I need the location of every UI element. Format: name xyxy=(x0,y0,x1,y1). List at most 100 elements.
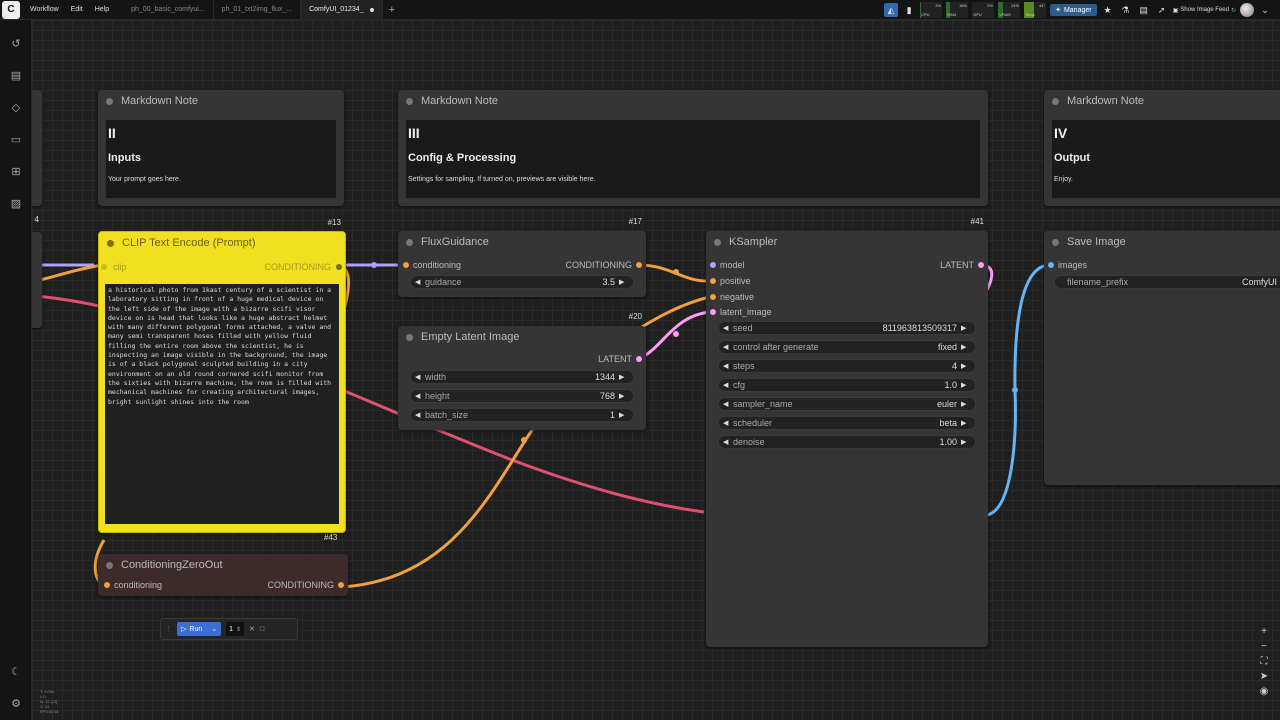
increment-arrow-icon[interactable]: ▶ xyxy=(961,381,971,389)
increment-arrow-icon[interactable]: ▶ xyxy=(961,324,971,332)
increment-arrow-icon[interactable]: ▶ xyxy=(961,362,971,370)
empty-latent-image-node[interactable]: #20 Empty Latent Image LATENT ◀ width 1344… xyxy=(398,312,646,430)
decrement-arrow-icon[interactable]: ◀ xyxy=(415,278,425,286)
cfg-widget[interactable]: ◀ cfg 1.0 ▶ xyxy=(718,378,976,392)
prompt-textarea[interactable]: a historical photo from 1kast century of… xyxy=(105,284,339,524)
image-gallery-icon[interactable]: ▨ xyxy=(8,196,24,212)
socket-negative[interactable]: negative xyxy=(710,292,754,302)
width-widget[interactable]: ◀ width 1344 ▶ xyxy=(410,370,634,384)
control-after-generate-widget[interactable]: ◀ control after generate fixed ▶ xyxy=(718,340,976,354)
increment-arrow-icon[interactable]: ▶ xyxy=(961,419,971,427)
navigate-icon[interactable]: ➤ xyxy=(1260,671,1268,682)
node-status-dot xyxy=(106,97,113,105)
decrement-arrow-icon[interactable]: ◀ xyxy=(723,419,733,427)
gear-icon[interactable]: ⚙ xyxy=(8,696,24,712)
increment-arrow-icon[interactable]: ▶ xyxy=(961,438,971,446)
increment-arrow-icon[interactable]: ▶ xyxy=(619,392,629,400)
socket-conditioning-in[interactable]: conditioning xyxy=(104,580,162,590)
star-icon[interactable]: ★ xyxy=(1101,3,1115,17)
increment-arrow-icon[interactable]: ▶ xyxy=(619,411,629,419)
menu-workflow[interactable]: Workflow xyxy=(24,6,65,13)
decrement-arrow-icon[interactable]: ◀ xyxy=(415,411,425,419)
history-icon[interactable]: ↺ xyxy=(8,36,24,52)
menu-edit[interactable]: Edit xyxy=(65,6,89,13)
socket-conditioning-out[interactable]: CONDITIONING xyxy=(265,262,342,272)
socket-latent-image[interactable]: latent_image xyxy=(710,307,772,317)
sampler-name-widget[interactable]: ◀ sampler_name euler ▶ xyxy=(718,397,976,411)
decrement-arrow-icon[interactable]: ◀ xyxy=(723,438,733,446)
cube-icon[interactable]: ◇ xyxy=(8,100,24,116)
socket-latent-out[interactable]: LATENT xyxy=(940,260,984,270)
tab-workflow-2[interactable]: ph_01_txt2img_flux_... xyxy=(214,0,302,20)
book-icon[interactable]: ▤ xyxy=(1137,3,1151,17)
run-button[interactable]: ▷ Run ⌄ xyxy=(177,622,222,636)
drag-handle-icon[interactable]: ⋮ xyxy=(165,625,172,633)
stop-icon[interactable]: □ xyxy=(260,626,264,633)
show-image-feed-button[interactable]: ▣ Show Image Feed ↻ xyxy=(1173,7,1236,14)
new-tab-plus-icon[interactable]: + xyxy=(389,4,395,16)
socket-positive[interactable]: positive xyxy=(710,276,751,286)
fit-view-icon[interactable]: ⛶ xyxy=(1261,656,1268,667)
decrement-arrow-icon[interactable]: ◀ xyxy=(723,381,733,389)
chevron-down-icon[interactable]: ⌄ xyxy=(211,625,217,633)
denoise-widget[interactable]: ◀ denoise 1.00 ▶ xyxy=(718,435,976,449)
decrement-arrow-icon[interactable]: ◀ xyxy=(415,392,425,400)
decrement-arrow-icon[interactable]: ◀ xyxy=(723,362,733,370)
markdown-note-inputs[interactable]: Markdown Note II Inputs Your prompt goes… xyxy=(98,90,344,206)
decrement-arrow-icon[interactable]: ◀ xyxy=(415,373,425,381)
guidance-widget[interactable]: ◀ guidance 3.5 ▶ xyxy=(410,275,634,289)
decrement-arrow-icon[interactable]: ◀ xyxy=(723,343,733,351)
menu-help[interactable]: Help xyxy=(89,6,115,13)
clip-text-encode-node[interactable]: #13 CLIP Text Encode (Prompt) clip CONDI… xyxy=(98,218,346,533)
stepper-icon[interactable]: ⇕ xyxy=(236,626,241,633)
manager-button[interactable]: ✦ Manager xyxy=(1050,4,1097,16)
zoom-in-icon[interactable]: + xyxy=(1261,626,1267,637)
increment-arrow-icon[interactable]: ▶ xyxy=(961,400,971,408)
batch-size-widget[interactable]: ◀ batch_size 1 ▶ xyxy=(410,408,634,422)
conditioning-zero-out-node[interactable]: ConditioningZeroOut conditioning CONDITI… xyxy=(98,554,348,596)
zoom-out-icon[interactable]: − xyxy=(1261,641,1267,652)
share-icon[interactable]: ➚ xyxy=(1155,3,1169,17)
ksampler-node[interactable]: #41 KSampler model positive negative lat… xyxy=(706,217,988,647)
chevron-down-icon[interactable]: ⌄ xyxy=(1258,3,1272,17)
graph-icon[interactable]: ◭ xyxy=(884,3,899,17)
socket-model[interactable]: model xyxy=(710,260,745,270)
save-image-node[interactable]: #2 Save Image images filename_prefixComf… xyxy=(1044,231,1280,485)
markdown-note-output[interactable]: Markdown Note IV Output Enjoy. xyxy=(1044,90,1280,206)
socket-latent-out[interactable]: LATENT xyxy=(598,354,642,364)
decrement-arrow-icon[interactable]: ◀ xyxy=(723,324,733,332)
sitemap-icon[interactable]: ⊞ xyxy=(8,164,24,180)
socket-clip[interactable]: clip xyxy=(101,262,127,272)
socket-images[interactable]: images xyxy=(1048,260,1087,270)
flux-guidance-node[interactable]: #17 FluxGuidance conditioning CONDITIONI… xyxy=(398,217,646,297)
socket-conditioning-out[interactable]: CONDITIONING xyxy=(268,580,344,590)
document-icon[interactable]: ▮ xyxy=(902,3,916,17)
steps-widget[interactable]: ◀ steps 4 ▶ xyxy=(718,359,976,373)
puzzle-icon: ✦ xyxy=(1055,7,1061,14)
increment-arrow-icon[interactable]: ▶ xyxy=(619,373,629,381)
folder-icon[interactable]: ▭ xyxy=(8,132,24,148)
socket-conditioning-in[interactable]: conditioning xyxy=(403,260,461,270)
markdown-note-config[interactable]: Markdown Note III Config & Processing Se… xyxy=(398,90,988,206)
scheduler-widget[interactable]: ◀ scheduler beta ▶ xyxy=(718,416,976,430)
flask-icon[interactable]: ⚗ xyxy=(1119,3,1133,17)
increment-arrow-icon[interactable]: ▶ xyxy=(961,343,971,351)
batch-count-input[interactable]: 1 ⇕ xyxy=(226,622,245,636)
comfyui-logo[interactable]: C xyxy=(2,0,20,19)
height-widget[interactable]: ◀ height 768 ▶ xyxy=(410,389,634,403)
socket-conditioning-out[interactable]: CONDITIONING xyxy=(566,260,642,270)
eye-icon[interactable]: ◉ xyxy=(1260,686,1269,697)
partial-node-left[interactable]: 4 xyxy=(32,215,42,328)
moon-icon[interactable]: ☾ xyxy=(8,664,24,680)
filename-prefix-widget[interactable]: filename_prefix ComfyUI xyxy=(1054,275,1280,289)
seed-widget[interactable]: ◀ seed 811963813509317 ▶ xyxy=(718,321,976,335)
increment-arrow-icon[interactable]: ▶ xyxy=(619,278,629,286)
decrement-arrow-icon[interactable]: ◀ xyxy=(723,400,733,408)
tab-workflow-1[interactable]: ph_00_basic_comfyui... xyxy=(123,0,214,20)
tab-workflow-active[interactable]: ComfyUI_01234_ xyxy=(301,0,383,20)
avatar[interactable] xyxy=(1240,3,1254,17)
close-icon[interactable]: ✕ xyxy=(249,625,255,633)
partial-note-left[interactable] xyxy=(32,90,42,206)
node-canvas[interactable]: 4 Markdown Note II Inputs Your prompt go… xyxy=(32,20,1280,720)
queue-icon[interactable]: ▤ xyxy=(8,68,24,84)
